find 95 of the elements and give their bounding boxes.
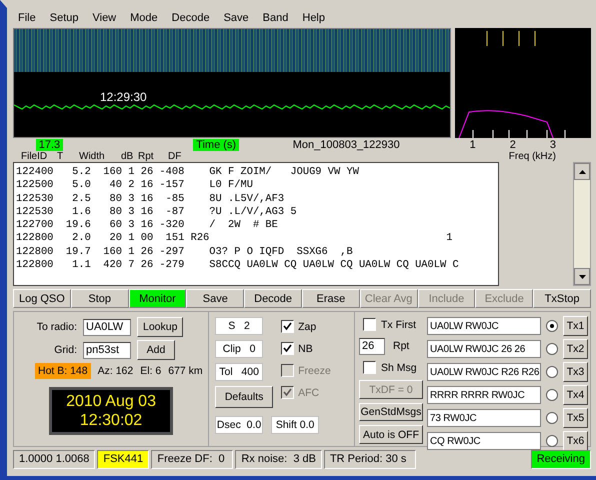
tx-button[interactable]: Tx4 — [563, 385, 588, 405]
decoded-line: 122500 5.0 40 2 16 -157 L0 F/MU — [16, 179, 253, 192]
setting-readout[interactable]: Clip 0 — [215, 340, 264, 358]
message-field[interactable]: UA0LW RW0JC — [427, 317, 541, 335]
tx-button[interactable]: Tx6 — [563, 431, 588, 451]
toolbar-button[interactable]: TxStop — [533, 289, 591, 308]
status-cell: Receiving — [530, 450, 591, 469]
clock-display: 2010 Aug 03 12:30:02 — [49, 387, 174, 435]
decoded-line: 122800 19.7 160 1 26 -297 O3? P O IQFD SSXG6 ,B — [16, 246, 353, 258]
checkbox[interactable] — [281, 342, 294, 355]
decoded-line: 122400 5.2 160 1 26 -408 GK F ZOIM/ JOUG9 VW YW — [16, 166, 359, 178]
defaults-button[interactable]: Defaults — [215, 386, 274, 408]
tick-label: 3 — [550, 138, 556, 150]
action-button[interactable]: Auto is OFF — [359, 425, 423, 444]
azimuth-readout: Az: 162 — [98, 365, 134, 377]
menu-item[interactable]: Decode — [164, 12, 217, 24]
elevation-readout: El: 6 — [140, 365, 162, 377]
column-header: Width — [79, 151, 105, 162]
status-cell: 1.0000 1.0068 — [13, 450, 96, 469]
decoded-line: 122800 1.1 420 7 26 -279 S8CCQ UA0LW CQ UA0LW CQ UA0LW CQ UA0LW C — [16, 259, 459, 272]
toolbar-button[interactable]: Erase — [302, 289, 360, 308]
tick-label: 1 — [470, 138, 476, 150]
checkbox[interactable] — [363, 318, 376, 332]
message-field[interactable]: 73 RW0JC — [427, 409, 541, 427]
radio-button[interactable] — [546, 366, 558, 378]
message-field[interactable]: UA0LW RW0JC 26 26 — [427, 340, 541, 358]
message-field[interactable]: UA0LW RW0JC R26 R26 — [427, 363, 541, 381]
status-cell: TR Period: 30 s — [324, 450, 416, 469]
hot-beam-readout: Hot B: 148 — [35, 363, 91, 379]
decoded-line: 122530 1.6 80 3 16 -87 ?U .L/V/,AG3 5 — [16, 206, 297, 218]
checkbox-label: AFC — [298, 386, 320, 398]
up-arrow-icon[interactable] — [578, 170, 586, 174]
toolbar-button[interactable]: Save — [186, 289, 244, 308]
axis-label: Time (s) — [193, 138, 240, 150]
toolbar-button[interactable]: Log QSO — [13, 289, 71, 308]
scrollbar[interactable] — [573, 162, 591, 286]
setting-readout[interactable]: Tol 400 — [215, 363, 264, 381]
distance-readout: 677 km — [168, 365, 203, 377]
menu-item[interactable]: Save — [216, 12, 256, 24]
time-label: 12:29:30 — [100, 90, 147, 104]
radio-button[interactable] — [546, 412, 558, 424]
tx-button[interactable]: Tx1 — [563, 316, 588, 336]
menu-item[interactable]: Band — [256, 12, 296, 24]
lookup-button[interactable]: Lookup — [137, 317, 184, 337]
decoded-line: 122800 2.0 20 1 00 151 R26 1 — [16, 232, 452, 244]
column-header: FileID — [21, 151, 48, 162]
radio-button[interactable] — [546, 343, 558, 355]
grid-field[interactable]: pn53st — [83, 342, 131, 358]
field-label: Grid: — [53, 344, 77, 356]
file-name: Mon_100803_122930 — [292, 138, 400, 150]
field-label: Rpt — [393, 340, 410, 352]
down-arrow-icon[interactable] — [578, 274, 586, 278]
menu-item[interactable]: View — [85, 12, 124, 24]
tx-button[interactable]: Tx5 — [563, 408, 588, 428]
checkbox-label: Sh Msg — [381, 362, 417, 374]
tx-button[interactable]: Tx2 — [563, 339, 588, 359]
checkbox-label: Zap — [298, 320, 316, 332]
action-button[interactable]: GenStdMsgs — [359, 402, 423, 422]
radio-button[interactable] — [546, 435, 558, 447]
checkbox-label: Tx First — [381, 318, 416, 331]
checkbox-label: NB — [298, 342, 313, 354]
toolbar-button[interactable]: Monitor — [128, 289, 186, 308]
level-readout: 17.3 — [36, 138, 64, 150]
checkbox[interactable] — [281, 320, 294, 333]
decoded-line: 122700 19.6 60 3 16 -320 / 2W # BE — [16, 219, 278, 232]
checkbox[interactable] — [363, 361, 376, 374]
column-header: DF — [168, 151, 182, 162]
column-header: T — [57, 151, 64, 162]
message-field[interactable]: CQ RW0JC — [427, 432, 541, 450]
menu-item[interactable]: Setup — [42, 12, 86, 24]
menu-item[interactable]: File — [11, 12, 43, 24]
toolbar-button[interactable]: Stop — [70, 289, 129, 308]
axis-label: Freq (kHz) — [508, 151, 556, 162]
column-header: dB — [121, 151, 134, 162]
shift-readout[interactable]: Shift 0.0 — [271, 416, 320, 434]
tx-button[interactable]: Tx3 — [563, 362, 588, 382]
checkbox-label: Freeze — [298, 364, 331, 376]
radio-button[interactable] — [546, 320, 558, 332]
menu-item[interactable]: Mode — [123, 12, 165, 24]
setting-readout[interactable]: S 2 — [215, 317, 264, 335]
message-field[interactable]: RRRR RRRR RW0JC — [427, 386, 541, 404]
status-cell: Freeze DF: 0 — [151, 450, 234, 469]
menu-item[interactable]: Help — [295, 12, 332, 24]
report-field[interactable]: 26 — [359, 338, 385, 355]
radio-button[interactable] — [546, 389, 558, 401]
column-header: Rpt — [138, 151, 154, 162]
dsec-readout[interactable]: Dsec 0.0 — [215, 416, 264, 434]
add-button[interactable]: Add — [137, 340, 175, 360]
status-cell: FSK441 — [97, 450, 150, 469]
decoded-line: 122530 2.5 80 3 16 -85 8U .L5V/,AF3 — [16, 192, 284, 205]
field-label: To radio: — [36, 321, 77, 333]
toolbar-button[interactable]: Decode — [244, 289, 302, 308]
callsign-field[interactable]: UA0LW — [83, 318, 131, 336]
status-cell: Rx noise: 3 dB — [235, 450, 322, 469]
tick-label: 2 — [510, 138, 516, 150]
